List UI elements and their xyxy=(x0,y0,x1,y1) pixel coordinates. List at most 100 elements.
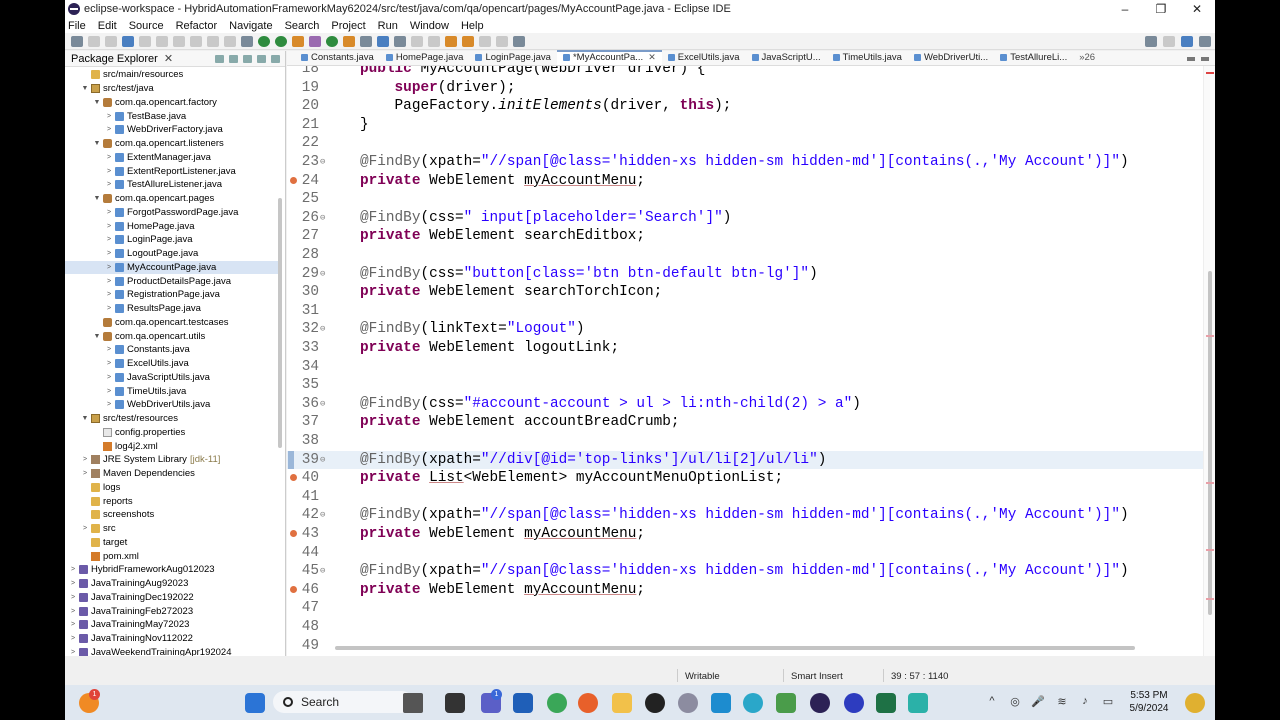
close-view-icon[interactable]: ✕ xyxy=(164,52,173,65)
more-tabs-button[interactable]: »26 xyxy=(1073,52,1101,65)
tree-item[interactable]: > JavaTrainingDec192022 xyxy=(65,591,278,605)
new-icon[interactable] xyxy=(71,35,83,47)
collapsed-arrow-icon[interactable]: > xyxy=(105,126,113,133)
code-line[interactable]: 45 ⊖ @FindBy(xpath="//span[@class='hidden-… xyxy=(287,562,1203,581)
collapsed-arrow-icon[interactable]: > xyxy=(105,346,113,353)
skip-breakpoints-icon[interactable] xyxy=(139,35,151,47)
network-icon[interactable]: ◎ xyxy=(1008,695,1022,709)
tree-item[interactable]: > LoginPage.java xyxy=(65,233,278,247)
fold-toggle-icon[interactable]: ⊖ xyxy=(320,153,325,172)
code-line[interactable]: 28 xyxy=(287,246,1203,265)
code-area[interactable]: 18 public MyAccountPage(WebDriver driver)… xyxy=(287,66,1203,656)
tree-item[interactable]: > TimeUtils.java xyxy=(65,384,278,398)
code-line[interactable]: 39 ⊖ @FindBy(xpath="//div[@id='top-links']… xyxy=(287,450,1203,470)
collapsed-arrow-icon[interactable]: > xyxy=(105,113,113,120)
view-menu-icon[interactable] xyxy=(243,54,252,63)
tree-item[interactable]: ▼ com.qa.opencart.utils xyxy=(65,329,278,343)
tree-item[interactable]: screenshots xyxy=(65,508,278,522)
overview-ruler-marker[interactable] xyxy=(1206,482,1214,484)
pin-icon[interactable] xyxy=(428,35,440,47)
annotation-icon[interactable] xyxy=(411,35,423,47)
collapsed-arrow-icon[interactable]: > xyxy=(69,566,77,573)
tree-item[interactable]: ▼ com.qa.opencart.factory xyxy=(65,96,278,110)
editor-tab[interactable]: Constants.java xyxy=(295,52,380,65)
tree-item[interactable]: reports xyxy=(65,494,278,508)
debug-perspective-icon[interactable] xyxy=(1199,36,1211,47)
editor-tab[interactable]: WebDriverUti... xyxy=(908,52,994,65)
editor-tab[interactable]: TimeUtils.java xyxy=(827,52,908,65)
tree-item[interactable]: > ExtentReportListener.java xyxy=(65,164,278,178)
code-line[interactable]: 41 xyxy=(287,488,1203,507)
fold-toggle-icon[interactable]: ⊖ xyxy=(320,265,325,284)
horizontal-scrollbar[interactable] xyxy=(335,646,1135,650)
new-class-icon[interactable] xyxy=(343,35,355,47)
fold-toggle-icon[interactable]: ⊖ xyxy=(320,209,325,228)
fold-toggle-icon[interactable]: ⊖ xyxy=(320,506,325,525)
volume-icon[interactable]: ♪ xyxy=(1078,695,1092,709)
code-line[interactable]: 26 ⊖ @FindBy(css=" input[placeholder='Sear… xyxy=(287,209,1203,228)
editor-tab[interactable]: HomePage.java xyxy=(380,52,470,65)
collapsed-arrow-icon[interactable]: > xyxy=(105,236,113,243)
save-icon[interactable] xyxy=(88,35,100,47)
suspend-icon[interactable] xyxy=(173,35,185,47)
code-line[interactable]: 44 xyxy=(287,544,1203,563)
menu-run[interactable]: Run xyxy=(378,20,398,32)
collapsed-arrow-icon[interactable]: > xyxy=(81,470,89,477)
code-line[interactable]: 37 private WebElement accountBreadCrumb; xyxy=(287,413,1203,432)
tree-item[interactable]: ▼ com.qa.opencart.listeners xyxy=(65,137,278,151)
code-line[interactable]: 40 private List<WebElement> myAccountMenu… xyxy=(287,469,1203,488)
tree-item[interactable]: src/main/resources xyxy=(65,68,278,82)
collapsed-arrow-icon[interactable]: > xyxy=(105,305,113,312)
collapse-all-icon[interactable] xyxy=(215,54,224,63)
code-line[interactable]: 42 ⊖ @FindBy(xpath="//span[@class='hidden-… xyxy=(287,506,1203,525)
tree-item[interactable]: > ExcelUtils.java xyxy=(65,357,278,371)
collapsed-arrow-icon[interactable]: > xyxy=(69,621,77,628)
coverage-icon[interactable] xyxy=(275,35,287,47)
tree-item[interactable]: > src xyxy=(65,522,278,536)
code-line[interactable]: 36 ⊖ @FindBy(css="#account-account > ul > … xyxy=(287,395,1203,414)
collapsed-arrow-icon[interactable]: > xyxy=(69,594,77,601)
debug-icon[interactable] xyxy=(241,35,253,47)
tree-item[interactable]: > JavaTrainingMay72023 xyxy=(65,618,278,632)
menu-help[interactable]: Help xyxy=(461,20,484,32)
dell-icon[interactable] xyxy=(645,693,665,713)
excel-icon[interactable] xyxy=(876,693,896,713)
graduation-cap-icon[interactable] xyxy=(403,693,423,713)
python-icon[interactable] xyxy=(908,693,928,713)
menu-search[interactable]: Search xyxy=(285,20,320,32)
copilot-icon[interactable] xyxy=(1185,693,1205,713)
battery-icon[interactable]: ▭ xyxy=(1101,695,1115,709)
fold-toggle-icon[interactable]: ⊖ xyxy=(320,562,325,581)
fold-toggle-icon[interactable]: ⊖ xyxy=(320,451,325,470)
run-icon[interactable] xyxy=(258,35,270,47)
menu-source[interactable]: Source xyxy=(129,20,164,32)
link-editor-icon[interactable] xyxy=(229,54,238,63)
close-tab-icon[interactable]: ✕ xyxy=(648,52,656,63)
tree-item[interactable]: > JavaWeekendTrainingApr192024 xyxy=(65,646,278,656)
editor-tab[interactable]: LoginPage.java xyxy=(469,52,557,65)
code-line[interactable]: 38 xyxy=(287,432,1203,451)
tree-item[interactable]: > JavaTrainingFeb272023 xyxy=(65,604,278,618)
open-perspective-icon[interactable] xyxy=(513,35,525,47)
new-java-project-icon[interactable] xyxy=(309,35,321,47)
minimize-button[interactable]: – xyxy=(1107,2,1143,16)
task-view-icon[interactable] xyxy=(445,693,465,713)
collapsed-arrow-icon[interactable]: > xyxy=(81,456,89,463)
editor-tab[interactable]: ExcelUtils.java xyxy=(662,52,746,65)
tree-item[interactable]: > JavaTrainingAug92023 xyxy=(65,577,278,591)
search-icon[interactable] xyxy=(1145,36,1157,47)
menu-file[interactable]: File xyxy=(68,20,86,32)
tree-item[interactable]: > JavaTrainingNov112022 xyxy=(65,632,278,646)
tree-item[interactable]: > TestAllureListener.java xyxy=(65,178,278,192)
tree-item[interactable]: ▼ com.qa.opencart.pages xyxy=(65,192,278,206)
vertical-scrollbar[interactable] xyxy=(1203,66,1215,656)
overview-ruler-marker[interactable] xyxy=(1206,335,1214,337)
tree-item[interactable]: ▼ src/test/java xyxy=(65,82,278,96)
tree-item[interactable]: > TestBase.java xyxy=(65,109,278,123)
edge-icon[interactable] xyxy=(743,693,763,713)
back-icon[interactable] xyxy=(479,35,491,47)
package-explorer-title[interactable]: Package Explorer xyxy=(71,53,158,65)
collapsed-arrow-icon[interactable]: > xyxy=(105,401,113,408)
code-line[interactable]: 27 private WebElement searchEditbox; xyxy=(287,227,1203,246)
tree-item[interactable]: > ProductDetailsPage.java xyxy=(65,274,278,288)
